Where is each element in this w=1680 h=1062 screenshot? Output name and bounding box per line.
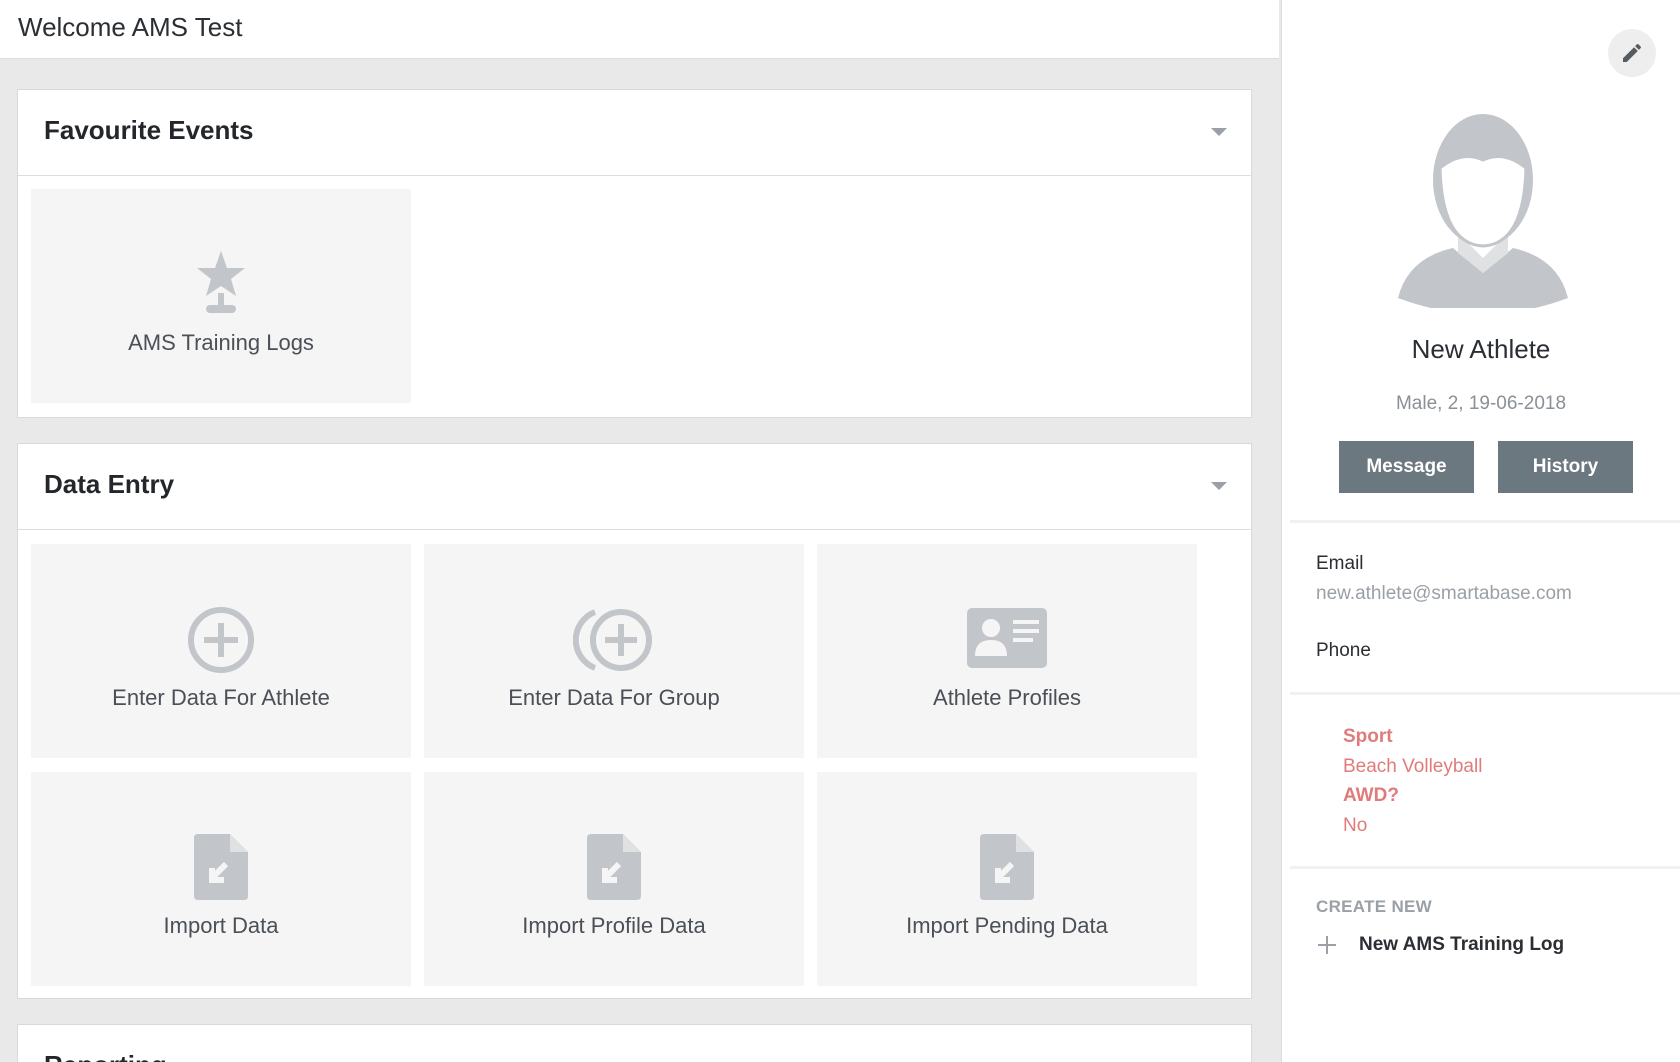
athlete-sidebar: New Athlete Male, 2, 19-06-2018 Message … bbox=[1281, 0, 1680, 1062]
favourite-events-title: Favourite Events bbox=[44, 115, 254, 145]
file-import-icon bbox=[194, 834, 248, 905]
awd-label: AWD? bbox=[1343, 785, 1399, 806]
top-bar: Welcome AMS Test bbox=[0, 0, 1279, 59]
pencil-icon bbox=[1623, 43, 1642, 62]
data-entry-title: Data Entry bbox=[44, 469, 175, 499]
tile-label: Athlete Profiles bbox=[933, 685, 1081, 710]
star-trophy-icon bbox=[194, 249, 248, 324]
reporting-panel: Reporting bbox=[17, 1024, 1252, 1062]
favourite-events-panel: Favourite Events AMS Training Logs bbox=[17, 89, 1252, 418]
tile-label: Enter Data For Group bbox=[508, 685, 720, 710]
tile-import-pending-data[interactable]: Import Pending Data bbox=[817, 772, 1197, 986]
athlete-name: New Athlete bbox=[1411, 334, 1551, 364]
tile-label: Import Pending Data bbox=[906, 913, 1108, 938]
file-import-icon bbox=[980, 834, 1034, 905]
tile-enter-data-athlete[interactable]: Enter Data For Athlete bbox=[31, 544, 411, 758]
add-circle-icon bbox=[187, 606, 255, 679]
divider bbox=[1290, 692, 1680, 695]
id-card-icon bbox=[967, 608, 1047, 673]
file-import-icon bbox=[587, 834, 641, 905]
tile-label: Import Data bbox=[163, 913, 279, 938]
tile-athlete-profiles[interactable]: Athlete Profiles bbox=[817, 544, 1197, 758]
collapse-caret-icon[interactable] bbox=[1211, 482, 1227, 490]
tile-label: Enter Data For Athlete bbox=[112, 685, 330, 710]
data-entry-panel: Data Entry Enter Data For Athlete Enter … bbox=[17, 443, 1252, 999]
add-group-icon bbox=[572, 606, 655, 679]
phone-label: Phone bbox=[1316, 640, 1371, 661]
reporting-title: Reporting bbox=[44, 1050, 167, 1062]
create-new-item-label: New AMS Training Log bbox=[1359, 934, 1565, 955]
create-new-title: CREATE NEW bbox=[1316, 897, 1433, 916]
edit-button[interactable] bbox=[1608, 29, 1656, 77]
email-label: Email bbox=[1316, 553, 1364, 574]
favourite-events-header[interactable]: Favourite Events bbox=[18, 90, 1251, 176]
tile-enter-data-group[interactable]: Enter Data For Group bbox=[424, 544, 804, 758]
data-entry-header[interactable]: Data Entry bbox=[18, 444, 1251, 530]
tile-import-profile-data[interactable]: Import Profile Data bbox=[424, 772, 804, 986]
avatar bbox=[1398, 98, 1568, 314]
history-button[interactable]: History bbox=[1498, 441, 1633, 493]
tile-label: AMS Training Logs bbox=[128, 330, 314, 355]
tile-import-data[interactable]: Import Data bbox=[31, 772, 411, 986]
sport-value: Beach Volleyball bbox=[1343, 756, 1483, 777]
main-content: Welcome AMS Test Favourite Events AMS Tr… bbox=[0, 0, 1279, 1062]
sport-label: Sport bbox=[1343, 726, 1393, 747]
collapse-caret-icon[interactable] bbox=[1211, 128, 1227, 136]
awd-value: No bbox=[1343, 815, 1368, 836]
divider bbox=[1290, 520, 1680, 523]
message-button[interactable]: Message bbox=[1339, 441, 1474, 493]
divider bbox=[1290, 866, 1680, 869]
email-value[interactable]: new.athlete@smartabase.com bbox=[1316, 583, 1572, 605]
plus-icon bbox=[1318, 936, 1336, 954]
tile-label: Import Profile Data bbox=[522, 913, 706, 938]
tile-ams-training-logs[interactable]: AMS Training Logs bbox=[31, 189, 411, 403]
athlete-meta: Male, 2, 19-06-2018 bbox=[1395, 393, 1567, 414]
welcome-title: Welcome AMS Test bbox=[18, 12, 243, 42]
